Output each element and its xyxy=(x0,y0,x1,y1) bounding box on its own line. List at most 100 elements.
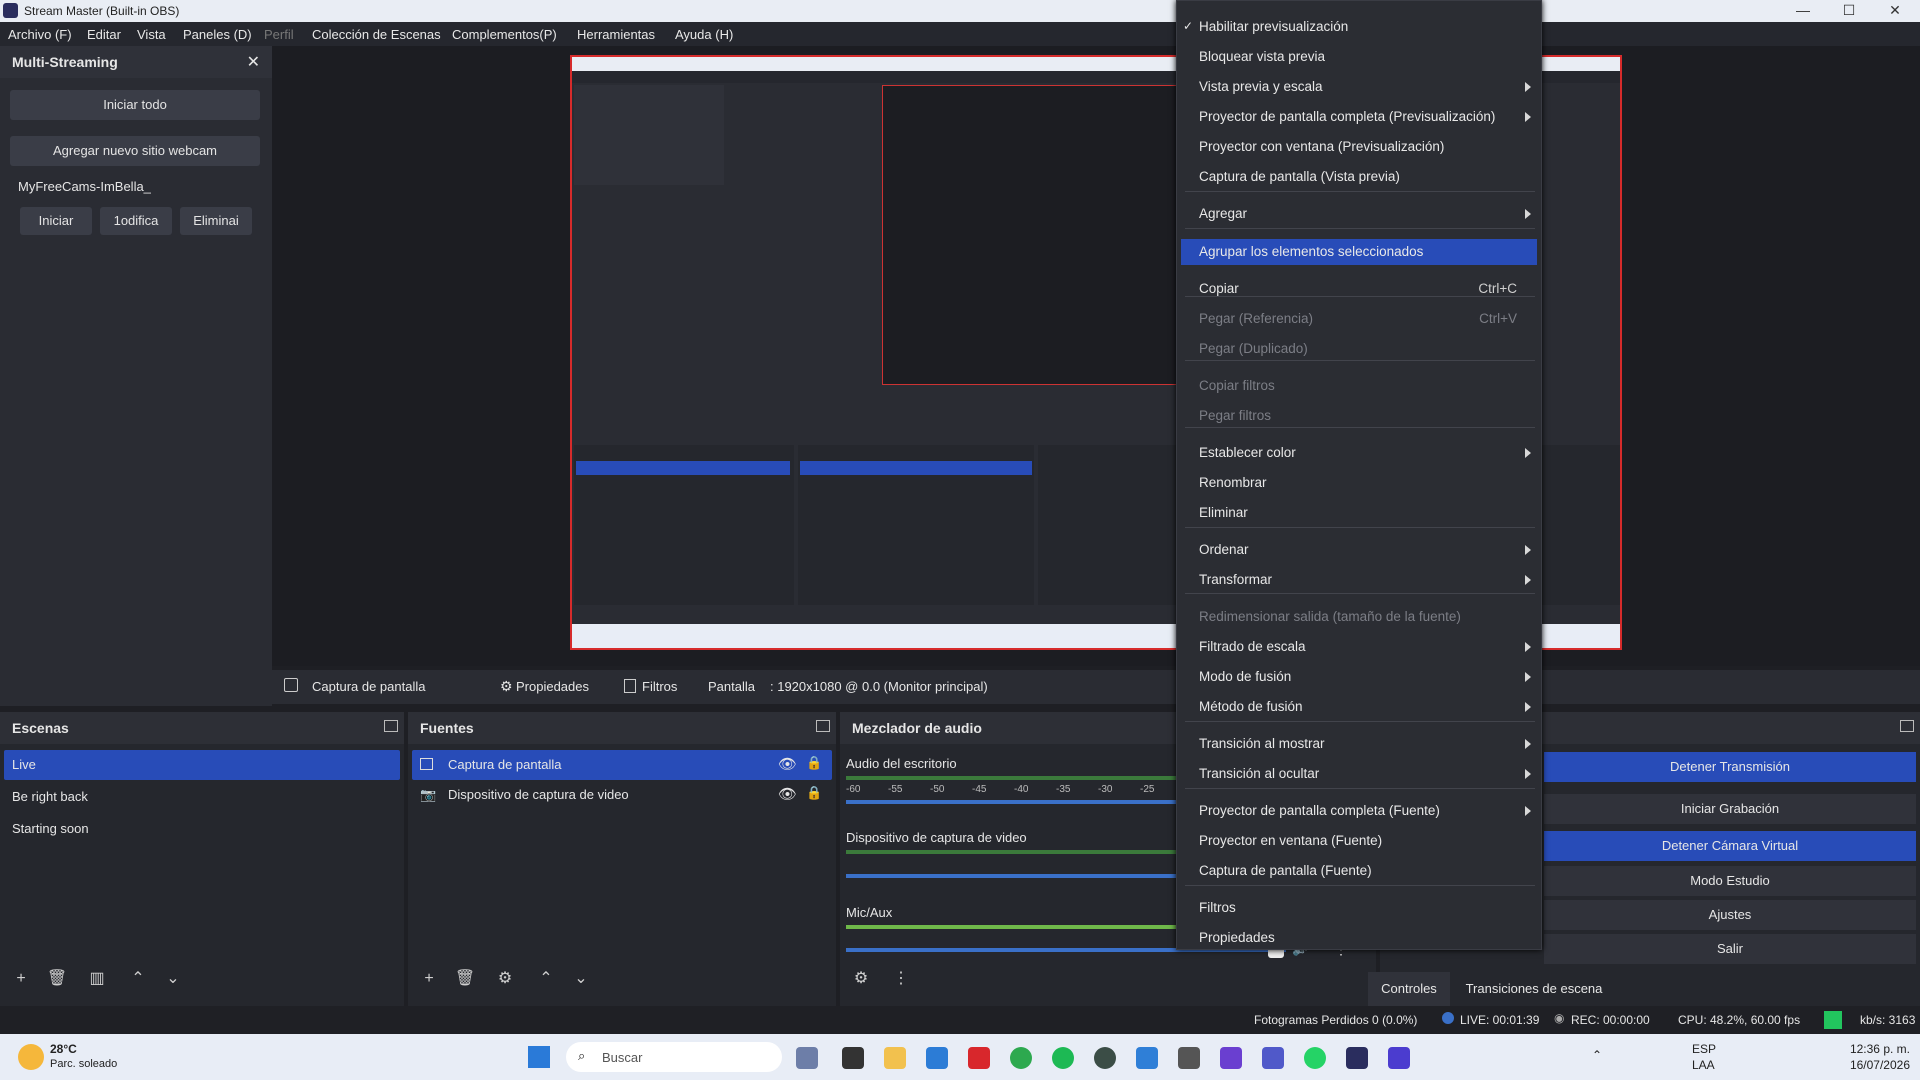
context-menu-item[interactable]: Agrupar los elementos seleccionados xyxy=(1199,244,1423,259)
chevron-down-icon[interactable]: ⌄ xyxy=(568,966,594,992)
context-menu-item[interactable]: Bloquear vista previa xyxy=(1199,49,1325,64)
context-menu-item[interactable]: Propiedades xyxy=(1199,930,1275,945)
chevron-up-icon[interactable]: ⌃ xyxy=(1592,1048,1602,1062)
settings-button[interactable]: Ajustes xyxy=(1544,900,1916,930)
context-menu-item[interactable]: Establecer color xyxy=(1199,445,1296,460)
menu-vista[interactable]: Vista xyxy=(137,27,166,42)
gear-icon[interactable]: ⚙ xyxy=(492,966,518,992)
lock-icon[interactable]: 🔒 xyxy=(806,785,822,801)
context-menu-item[interactable]: Vista previa y escala xyxy=(1199,79,1323,94)
volume-slider[interactable] xyxy=(846,800,1176,804)
display-select[interactable]: : 1920x1080 @ 0.0 (Monitor principal) xyxy=(770,679,988,694)
properties-button[interactable]: Propiedades xyxy=(516,679,589,694)
start-recording-button[interactable]: Iniciar Grabación xyxy=(1544,794,1916,824)
gear-icon[interactable]: ⚙ xyxy=(848,966,874,992)
scene-item[interactable]: Be right back xyxy=(4,782,400,812)
context-menu-item[interactable]: Proyector con ventana (Previsualización) xyxy=(1199,139,1444,154)
add-icon[interactable]: + xyxy=(8,966,34,992)
context-menu-item[interactable]: Agregar xyxy=(1199,206,1247,221)
scene-item[interactable]: Live xyxy=(4,750,400,780)
tab-scene-transitions[interactable]: Transiciones de escena xyxy=(1456,972,1612,1006)
notes-icon[interactable] xyxy=(1136,1047,1158,1069)
store-icon[interactable] xyxy=(926,1047,948,1069)
site-start-button[interactable]: Iniciar xyxy=(20,207,92,235)
taskbar-search[interactable]: ⌕ Buscar xyxy=(566,1042,782,1072)
clock-time[interactable]: 12:36 p. m. xyxy=(1840,1042,1910,1056)
eye-icon[interactable]: 👁 xyxy=(778,785,797,803)
menu-paneles[interactable]: Paneles (D) xyxy=(183,27,252,42)
app-icon[interactable] xyxy=(842,1047,864,1069)
add-icon[interactable]: + xyxy=(416,966,442,992)
chevron-up-icon[interactable]: ⌃ xyxy=(533,966,559,992)
menu-coleccion[interactable]: Colección de Escenas xyxy=(312,27,441,42)
close-icon[interactable]: ✕ xyxy=(1872,0,1918,22)
menu-perfil[interactable]: Perfil xyxy=(264,27,294,42)
minimize-icon[interactable]: — xyxy=(1780,0,1826,22)
tab-controls[interactable]: Controles xyxy=(1368,972,1450,1006)
context-menu-item[interactable]: Modo de fusión xyxy=(1199,669,1291,684)
context-menu-item[interactable]: Transición al ocultar xyxy=(1199,766,1319,781)
chevron-down-icon[interactable]: ⌄ xyxy=(160,966,186,992)
app-icon[interactable] xyxy=(1094,1047,1116,1069)
context-menu-item[interactable]: Copiar xyxy=(1199,281,1239,296)
context-menu-item[interactable]: Habilitar previsualización xyxy=(1199,19,1348,34)
obs-icon[interactable] xyxy=(1346,1047,1368,1069)
start-all-button[interactable]: Iniciar todo xyxy=(10,90,260,120)
context-menu-item[interactable]: Captura de pantalla (Vista previa) xyxy=(1199,169,1400,184)
spotify-icon[interactable] xyxy=(1052,1047,1074,1069)
context-menu-item[interactable]: Transición al mostrar xyxy=(1199,736,1325,751)
undock-icon[interactable] xyxy=(816,720,830,732)
app-icon[interactable] xyxy=(1220,1047,1242,1069)
windows-start-icon[interactable] xyxy=(528,1046,550,1068)
undock-icon[interactable] xyxy=(384,720,398,732)
maximize-icon[interactable]: ☐ xyxy=(1826,0,1872,22)
context-menu-item[interactable]: Proyector de pantalla completa (Previsua… xyxy=(1199,109,1495,124)
context-menu-item[interactable]: Transformar xyxy=(1199,572,1272,587)
menu-complementos[interactable]: Complementos(P) xyxy=(452,27,557,42)
app-icon[interactable] xyxy=(796,1047,818,1069)
scene-item[interactable]: Starting soon xyxy=(4,814,400,844)
menu-herramientas[interactable]: Herramientas xyxy=(577,27,655,42)
menu-editar[interactable]: Editar xyxy=(87,27,121,42)
context-menu-item[interactable]: Captura de pantalla (Fuente) xyxy=(1199,863,1372,878)
teams-icon[interactable] xyxy=(1262,1047,1284,1069)
calculator-icon[interactable] xyxy=(1178,1047,1200,1069)
filters-button[interactable]: Filtros xyxy=(642,679,677,694)
context-menu-item[interactable]: Filtros xyxy=(1199,900,1236,915)
site-modify-button[interactable]: 1odifica xyxy=(100,207,172,235)
stop-stream-button[interactable]: Detener Transmisión xyxy=(1544,752,1916,782)
add-site-button[interactable]: Agregar nuevo sitio webcam xyxy=(10,136,260,166)
netflix-icon[interactable] xyxy=(968,1047,990,1069)
lang-region[interactable]: LAA xyxy=(1692,1058,1715,1072)
lock-icon[interactable]: 🔒 xyxy=(806,755,822,771)
menu-ayuda[interactable]: Ayuda (H) xyxy=(675,27,733,42)
source-item[interactable]: Captura de pantalla 👁 🔒 xyxy=(412,750,832,780)
context-menu-item[interactable]: Renombrar xyxy=(1199,475,1267,490)
source-item[interactable]: 📷 Dispositivo de captura de video 👁 🔒 xyxy=(412,780,832,810)
context-menu-item[interactable]: Eliminar xyxy=(1199,505,1248,520)
context-menu-item[interactable]: Método de fusión xyxy=(1199,699,1303,714)
folder-icon[interactable] xyxy=(884,1047,906,1069)
volume-slider[interactable] xyxy=(846,874,1176,878)
context-menu-item[interactable]: Proyector en ventana (Fuente) xyxy=(1199,833,1382,848)
site-delete-button[interactable]: Eliminai xyxy=(180,207,252,235)
chevron-up-icon[interactable]: ⌃ xyxy=(125,966,151,992)
studio-mode-button[interactable]: Modo Estudio xyxy=(1544,866,1916,896)
trash-icon[interactable]: 🗑 xyxy=(44,966,70,992)
whatsapp-icon[interactable] xyxy=(1304,1047,1326,1069)
close-icon[interactable]: ✕ xyxy=(247,52,260,72)
menu-archivo[interactable]: Archivo (F) xyxy=(8,27,72,42)
context-menu-item[interactable]: Proyector de pantalla completa (Fuente) xyxy=(1199,803,1440,818)
filter-icon[interactable]: ▥ xyxy=(84,966,110,992)
undock-icon[interactable] xyxy=(1900,720,1914,732)
exit-button[interactable]: Salir xyxy=(1544,934,1916,964)
lang-code[interactable]: ESP xyxy=(1692,1042,1716,1056)
stop-virtual-cam-button[interactable]: Detener Cámara Virtual xyxy=(1544,831,1916,861)
context-menu-item[interactable]: Filtrado de escala xyxy=(1199,639,1306,654)
clock-date[interactable]: 16/07/2026 xyxy=(1840,1058,1910,1072)
more-icon[interactable]: ⋮ xyxy=(888,966,914,992)
context-menu-item[interactable]: Ordenar xyxy=(1199,542,1249,557)
chrome-icon[interactable] xyxy=(1010,1047,1032,1069)
gear-icon[interactable]: ⚙ xyxy=(500,678,513,695)
stream-master-icon[interactable] xyxy=(1388,1047,1410,1069)
